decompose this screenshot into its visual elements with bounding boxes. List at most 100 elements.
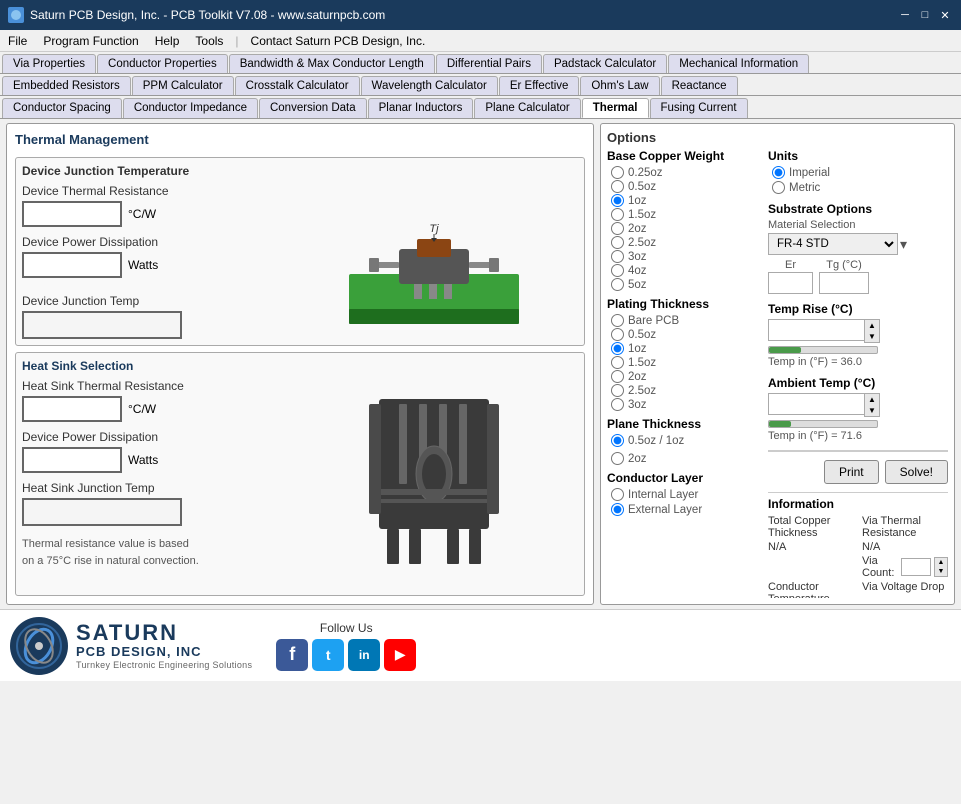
window-controls: ─ □ ✕ [897,7,953,23]
plating-05oz[interactable]: 0.5oz [611,328,762,341]
via-count-row: Via Count: 10 ▲ ▼ [862,555,948,579]
units-metric[interactable]: Metric [772,181,948,194]
ambient-temp-up[interactable]: ▲ [865,394,879,405]
copper-1oz[interactable]: 1oz [611,194,762,207]
tab-ohms-law[interactable]: Ohm's Law [580,76,659,95]
app-icon [8,7,24,23]
temp-rise-up[interactable]: ▲ [865,320,879,331]
temp-rise-note: Temp in (°F) = 36.0 [768,356,948,368]
device-power-dissipation-input[interactable]: 5 [22,252,122,278]
material-selection-label: Material Selection [768,219,948,231]
plane-2oz[interactable]: 2oz [611,452,762,465]
device-power-dissipation-unit: Watts [128,258,158,272]
copper-15oz[interactable]: 1.5oz [611,208,762,221]
substrate-label: Substrate Options [768,202,948,216]
right-panel: Options Base Copper Weight 0.25oz 0.5oz … [600,123,955,605]
tab-via-properties[interactable]: Via Properties [2,54,96,73]
tg-input[interactable]: 130 [819,272,869,294]
title-bar: Saturn PCB Design, Inc. - PCB Toolkit V7… [0,0,961,30]
copper-4oz[interactable]: 4oz [611,264,762,277]
substrate-select[interactable]: FR-4 STD Rogers 4003 Rogers 4350 Isola 3… [768,233,898,255]
menu-program-function[interactable]: Program Function [39,33,142,49]
menu-contact[interactable]: Contact Saturn PCB Design, Inc. [247,33,430,49]
via-count-down[interactable]: ▼ [935,567,947,576]
device-thermal-resistance-input[interactable]: 3 [22,201,122,227]
units-imperial[interactable]: Imperial [772,166,948,179]
base-copper-label: Base Copper Weight [607,149,762,163]
tab-reactance[interactable]: Reactance [661,76,738,95]
tab-er-effective[interactable]: Er Effective [499,76,580,95]
social-twitter[interactable]: t [312,639,344,671]
total-copper-value: N/A [768,541,854,553]
plating-25oz[interactable]: 2.5oz [611,384,762,397]
action-buttons: Print Solve! [768,460,948,484]
tab-planar-inductors[interactable]: Planar Inductors [368,98,474,118]
logo-tagline: Turnkey Electronic Engineering Solutions [76,660,252,670]
via-thermal-value: N/A [862,541,948,553]
tab-wavelength[interactable]: Wavelength Calculator [361,76,498,95]
tab-embedded-resistors[interactable]: Embedded Resistors [2,76,131,95]
heatsink-thermal-resistance-unit: °C/W [128,402,156,416]
device-junction-title: Device Junction Temperature [22,164,578,178]
heatsink-thermal-resistance-label: Heat Sink Thermal Resistance [22,379,282,393]
units-label: Units [768,149,948,163]
tab-conductor-spacing[interactable]: Conductor Spacing [2,98,122,118]
ambient-temp-down[interactable]: ▼ [865,405,879,416]
tab-ppm[interactable]: PPM Calculator [132,76,234,95]
solve-button[interactable]: Solve! [885,460,948,484]
plating-1oz[interactable]: 1oz [611,342,762,355]
tab-bandwidth[interactable]: Bandwidth & Max Conductor Length [229,54,435,73]
tab-conversion-data[interactable]: Conversion Data [259,98,367,118]
plating-bare[interactable]: Bare PCB [611,314,762,327]
copper-025oz[interactable]: 0.25oz [611,166,762,179]
logo: SATURN PCB DESIGN, INC Turnkey Electroni… [10,617,252,675]
tab-mechanical[interactable]: Mechanical Information [668,54,809,73]
copper-2oz[interactable]: 2oz [611,222,762,235]
close-button[interactable]: ✕ [937,7,953,23]
tab-conductor-impedance[interactable]: Conductor Impedance [123,98,258,118]
social-section: Follow Us f t in ▶ [276,621,416,671]
social-linkedin[interactable]: in [348,639,380,671]
temp-rise-input[interactable]: 20 [768,319,864,341]
tab-plane-calculator[interactable]: Plane Calculator [474,98,580,118]
menu-help[interactable]: Help [151,33,184,49]
menu-tools[interactable]: Tools [191,33,227,49]
internal-layer[interactable]: Internal Layer [611,488,762,501]
plane-05-1oz[interactable]: 0.5oz / 1oz [611,434,762,447]
copper-05oz[interactable]: 0.5oz [611,180,762,193]
heatsink-power-dissipation-label: Device Power Dissipation [22,430,282,444]
menu-file[interactable]: File [4,33,31,49]
tab-conductor-properties[interactable]: Conductor Properties [97,54,228,73]
external-layer[interactable]: External Layer [611,503,762,516]
via-count-up[interactable]: ▲ [935,558,947,567]
temp-rise-spinner: ▲ ▼ [864,319,880,343]
thermal-title: Thermal Management [15,132,585,147]
er-input[interactable]: 4,6 [768,272,813,294]
device-thermal-resistance-unit: °C/W [128,207,156,221]
social-youtube[interactable]: ▶ [384,639,416,671]
copper-3oz[interactable]: 3oz [611,250,762,263]
plating-15oz[interactable]: 1.5oz [611,356,762,369]
copper-25oz[interactable]: 2.5oz [611,236,762,249]
via-count-input[interactable]: 10 [901,558,931,576]
tab-fusing-current[interactable]: Fusing Current [650,98,748,118]
device-power-dissipation-label: Device Power Dissipation [22,235,282,249]
er-label: Er [785,259,796,271]
thermal-note: Thermal resistance value is basedon a 75… [22,536,282,569]
ambient-temp-input[interactable]: 22 [768,393,864,415]
tab-differential-pairs[interactable]: Differential Pairs [436,54,542,73]
plating-2oz[interactable]: 2oz [611,370,762,383]
heatsink-power-dissipation-input[interactable]: 5 [22,447,122,473]
print-button[interactable]: Print [824,460,879,484]
heatsink-thermal-resistance-input[interactable]: 25 [22,396,122,422]
temp-rise-down[interactable]: ▼ [865,331,879,342]
total-copper-label: Total Copper Thickness [768,515,854,539]
maximize-button[interactable]: □ [917,7,933,23]
tab-padstack[interactable]: Padstack Calculator [543,54,667,73]
copper-5oz[interactable]: 5oz [611,278,762,291]
plating-3oz[interactable]: 3oz [611,398,762,411]
tab-crosstalk[interactable]: Crosstalk Calculator [235,76,360,95]
social-facebook[interactable]: f [276,639,308,671]
tab-thermal[interactable]: Thermal [582,98,649,118]
minimize-button[interactable]: ─ [897,7,913,23]
